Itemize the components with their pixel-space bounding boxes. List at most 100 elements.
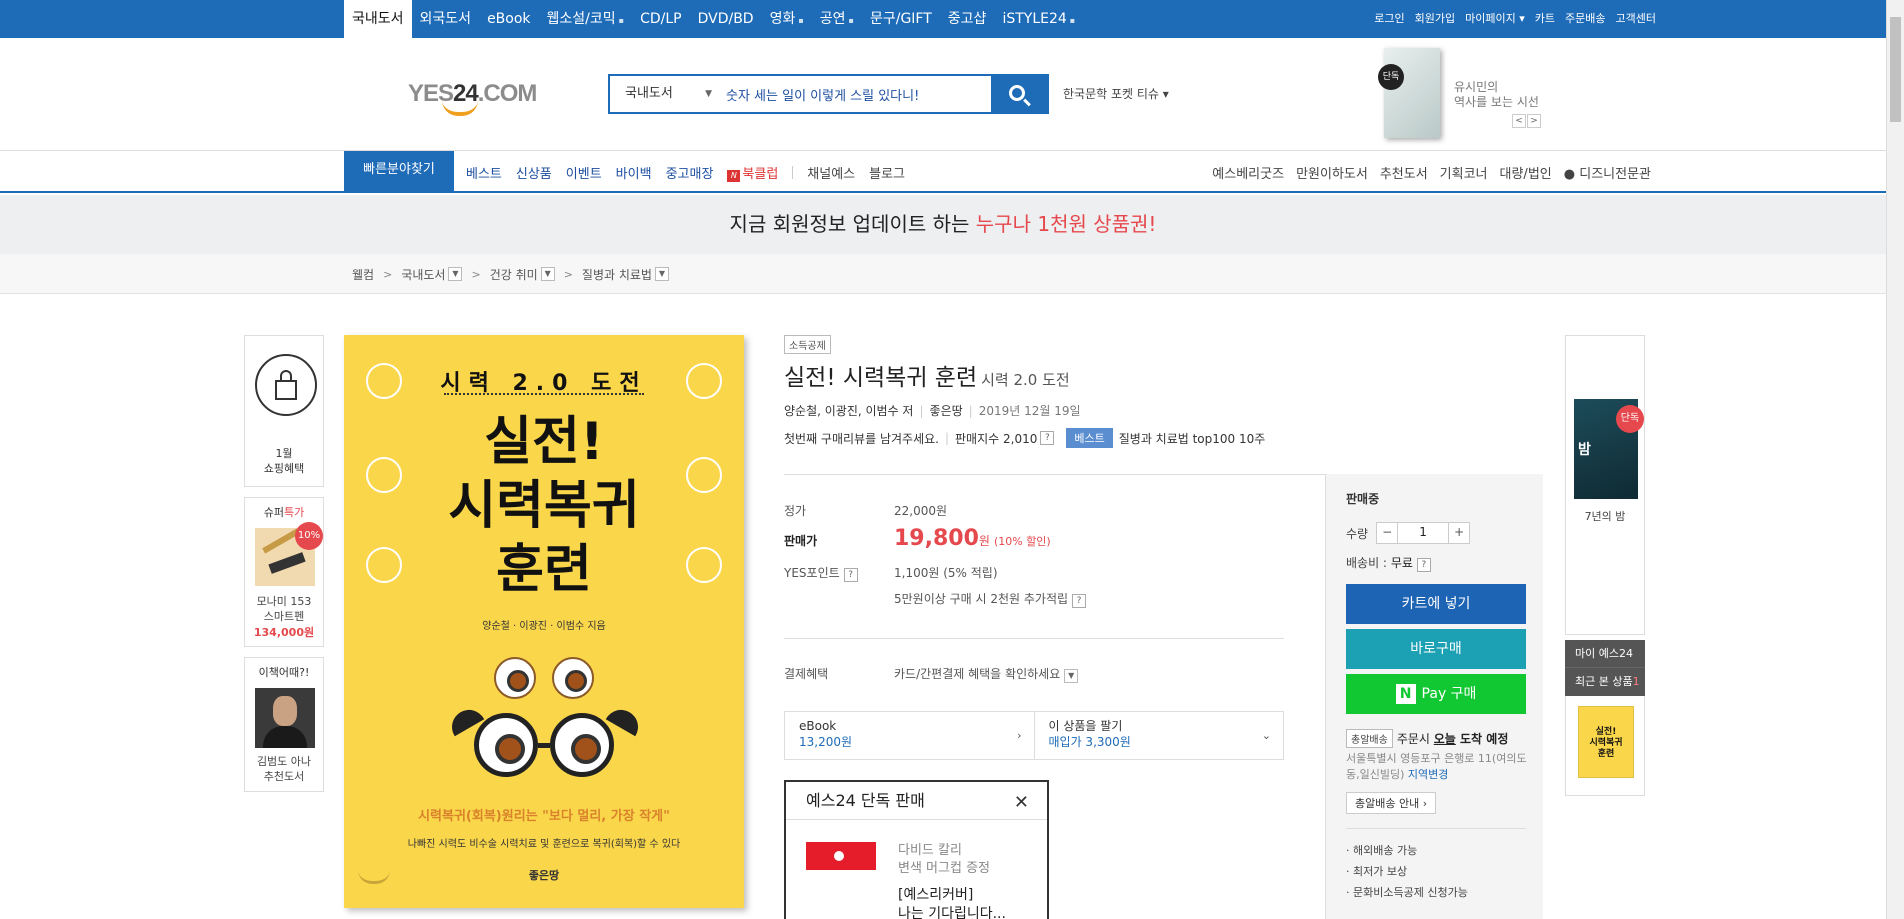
- product-title: 실전! 시력복귀 훈련 시력 2.0 도전: [784, 358, 1070, 392]
- npay-label: Pay 구매: [1421, 686, 1477, 702]
- nav-disney[interactable]: ● 디즈니전문관: [1564, 163, 1651, 182]
- tab-dvd-bd[interactable]: DVD/BD: [690, 0, 762, 38]
- recent-item-thumb[interactable]: 실전! 시력복귀 훈련: [1578, 706, 1634, 778]
- logo-com: .COM: [477, 80, 538, 107]
- nav-event[interactable]: 이벤트: [566, 163, 602, 182]
- bag-body: [275, 380, 297, 400]
- author-link[interactable]: 양순철, 이광진, 이범수 저: [784, 404, 913, 418]
- support-link[interactable]: 고객센터: [1616, 0, 1656, 38]
- nav-used-store[interactable]: 중고매장: [666, 163, 714, 182]
- breadcrumb-item[interactable]: 질병과 치료법: [582, 266, 652, 283]
- payment-benefit-value[interactable]: 카드/간편결제 혜택을 확인하세요: [894, 667, 1060, 681]
- search-category-select[interactable]: 국내도서 ▼: [610, 76, 722, 112]
- exclusive-sale-popup: 예스24 단독 판매 ✕ 다비드 칼리 변색 머그컵 증정 [예스리커버] 나는…: [784, 780, 1049, 919]
- qty-input[interactable]: 1: [1397, 523, 1450, 543]
- tab-performance[interactable]: 공연 ▪: [812, 0, 862, 38]
- exclusive-product-text[interactable]: [예스리커버] 나는 기다립니다...: [898, 886, 1006, 919]
- nav-special[interactable]: 기획코너: [1440, 163, 1488, 182]
- ad-prev-button[interactable]: <: [1512, 114, 1526, 128]
- nav-bookclub[interactable]: N 북클럽: [727, 163, 778, 182]
- signup-link[interactable]: 회원가입: [1415, 0, 1455, 38]
- nav-buyback[interactable]: 바이백: [616, 163, 652, 182]
- nav-best[interactable]: 베스트: [466, 163, 502, 182]
- breadcrumb-item[interactable]: 국내도서: [401, 266, 445, 283]
- lowest-price-guarantee[interactable]: · 최저가 보상: [1346, 863, 1407, 879]
- search-button[interactable]: [991, 76, 1047, 112]
- recommend-card[interactable]: 이책어때?! 김범도 아나 추천도서: [244, 657, 324, 792]
- search-input[interactable]: [722, 76, 991, 112]
- tab-stationery-gift[interactable]: 문구/GIFT: [862, 0, 940, 38]
- ad-text[interactable]: 유시민의 역사를 보는 시선: [1454, 80, 1539, 110]
- chevron-down-icon[interactable]: ▼: [654, 267, 669, 281]
- ad-book-image[interactable]: 단독: [1378, 48, 1440, 138]
- qty-plus-button[interactable]: +: [1449, 523, 1469, 543]
- super-deal-card[interactable]: 슈퍼특가 10% 모나미 153 스마트펜 134,000원: [244, 497, 324, 647]
- breadcrumb-item[interactable]: 건강 취미: [490, 266, 538, 283]
- book-cover[interactable]: 시력 2.0 도전 실전! 시력복귀 훈련 양순철 · 이광진 · 이범수 지음…: [344, 335, 744, 908]
- recent-count: 1: [1632, 675, 1640, 688]
- help-icon[interactable]: ?: [1416, 558, 1431, 572]
- list-price-value: 22,000원: [894, 504, 948, 518]
- buy-now-button[interactable]: 바로구매: [1346, 629, 1526, 669]
- page-scrollbar[interactable]: [1886, 0, 1904, 919]
- nav-under-10000[interactable]: 만원이하도서: [1296, 163, 1368, 182]
- review-link[interactable]: 첫번째 구매리뷰를 남겨주세요.: [784, 430, 939, 447]
- product-meta: 양순철, 이광진, 이범수 저 | 좋은땅 | 2019년 12월 19일: [784, 402, 1081, 419]
- ebook-option[interactable]: eBook 13,200원 ›: [785, 712, 1034, 759]
- help-icon[interactable]: ?: [843, 568, 858, 582]
- naver-pay-button[interactable]: N Pay 구매: [1346, 674, 1526, 714]
- discount-rate: (10% 할인): [993, 535, 1051, 548]
- delivery-info-button[interactable]: 총알배송 안내 ›: [1346, 792, 1437, 814]
- exclusive-badge: 단독: [1616, 405, 1644, 433]
- payment-benefit-label: 결제혜택: [784, 667, 829, 681]
- dots-icon: ▪: [848, 16, 854, 25]
- mypage-link[interactable]: 마이페이지 ▾: [1465, 0, 1525, 38]
- breadcrumb-home[interactable]: 웰컴: [352, 266, 374, 283]
- tab-domestic-books[interactable]: 국내도서: [344, 0, 412, 38]
- add-to-cart-button[interactable]: 카트에 넣기: [1346, 584, 1526, 624]
- exclusive-thumb[interactable]: [806, 842, 876, 870]
- help-icon[interactable]: ?: [1072, 594, 1087, 608]
- chevron-down-icon[interactable]: ▼: [1064, 669, 1079, 683]
- tab-movie[interactable]: 영화 ▪: [762, 0, 812, 38]
- orders-link[interactable]: 주문배송: [1565, 0, 1605, 38]
- nav-blog[interactable]: 블로그: [869, 163, 905, 182]
- nav-bulk[interactable]: 대량/법인: [1500, 163, 1552, 182]
- nav-goods[interactable]: 예스베리굿즈: [1212, 163, 1284, 182]
- sell-option[interactable]: 이 상품을 팔기 매입가 3,300원 ⌄: [1033, 712, 1284, 759]
- tab-cd-lp[interactable]: CD/LP: [632, 0, 690, 38]
- cart-link[interactable]: 카트: [1535, 0, 1555, 38]
- trending-keyword[interactable]: 한국문학 포켓 티슈 ▾: [1063, 85, 1169, 102]
- change-region-link[interactable]: 지역변경: [1408, 768, 1448, 781]
- help-icon[interactable]: ?: [1040, 431, 1055, 445]
- scrollbar-thumb[interactable]: [1890, 17, 1901, 122]
- my-yes24-link[interactable]: 마이 예스24: [1565, 640, 1645, 668]
- nav-channel-yes[interactable]: 채널예스: [807, 163, 855, 182]
- login-link[interactable]: 로그인: [1374, 0, 1404, 38]
- exclusive-gift-text[interactable]: 다비드 칼리 변색 머그컵 증정: [898, 842, 990, 878]
- right-promo[interactable]: 밤 단독 7년의 밤: [1565, 335, 1645, 635]
- qty-minus-button[interactable]: −: [1377, 523, 1397, 543]
- overseas-shipping[interactable]: · 해외배송 가능: [1346, 842, 1417, 858]
- close-icon[interactable]: ✕: [1014, 792, 1029, 813]
- nav-recommend[interactable]: 추천도서: [1380, 163, 1428, 182]
- tab-webnovel-comic[interactable]: 웹소설/코믹 ▪: [539, 0, 633, 38]
- naver-n-icon: N: [1395, 684, 1416, 704]
- culture-deduction[interactable]: · 문화비소득공제 신청가능: [1346, 884, 1468, 900]
- ad-next-button[interactable]: >: [1527, 114, 1541, 128]
- tab-foreign-books[interactable]: 외국도서: [412, 0, 480, 38]
- quick-category-button[interactable]: 빠른분야찾기: [344, 151, 454, 193]
- tab-ebook[interactable]: eBook: [479, 0, 538, 38]
- tab-istyle24[interactable]: iSTYLE24 ▪: [994, 0, 1083, 38]
- best-rank[interactable]: 질병과 치료법 top100 10주: [1119, 430, 1266, 447]
- chevron-down-icon[interactable]: ▼: [540, 267, 555, 281]
- nav-new[interactable]: 신상품: [516, 163, 552, 182]
- ebook-price: 13,200원: [799, 735, 853, 749]
- points-extra-row: 5만원이상 구매 시 2천원 추가적립?: [784, 590, 1087, 608]
- publisher-link[interactable]: 좋은땅: [930, 404, 963, 418]
- shopping-benefit-card[interactable]: 1월 쇼핑혜택: [244, 335, 324, 487]
- tab-used-shop[interactable]: 중고샵: [940, 0, 995, 38]
- recent-items-link[interactable]: 최근 본 상품1: [1565, 668, 1645, 696]
- promo-banner[interactable]: 지금 회원정보 업데이트 하는 누구나 1천원 상품권!: [0, 195, 1886, 254]
- chevron-down-icon[interactable]: ▼: [448, 267, 463, 281]
